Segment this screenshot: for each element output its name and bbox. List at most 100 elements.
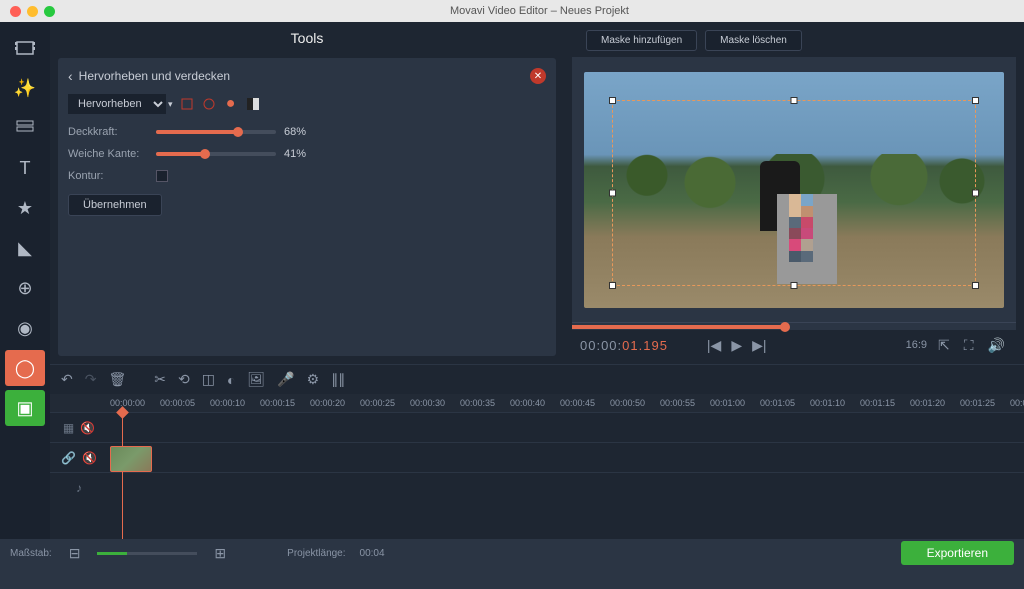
playhead[interactable] bbox=[122, 412, 123, 539]
tools-title: Tools bbox=[50, 22, 564, 54]
undo-button[interactable]: ↶ bbox=[58, 369, 76, 390]
video-clip[interactable] bbox=[110, 446, 152, 472]
ruler-tick: 00:00:20 bbox=[310, 398, 345, 408]
chevron-down-icon[interactable]: ▾ bbox=[168, 99, 173, 110]
image-button[interactable]: 🖼 bbox=[244, 369, 268, 390]
ruler-tick: 00:01:30 bbox=[1010, 398, 1024, 408]
ruler-tick: 00:00:55 bbox=[660, 398, 695, 408]
mask-boundary[interactable] bbox=[612, 100, 976, 286]
section-title: Hervorheben und verdecken bbox=[79, 69, 230, 83]
filters-tool-icon[interactable] bbox=[5, 110, 45, 146]
minimize-window-button[interactable] bbox=[27, 6, 38, 17]
ruler-tick: 00:00:05 bbox=[160, 398, 195, 408]
delete-mask-button[interactable]: Maske löschen bbox=[705, 30, 802, 51]
ruler-tick: 00:00:00 bbox=[110, 398, 145, 408]
preview-panel: Maske hinzufügen Maske löschen bbox=[564, 22, 1024, 364]
detach-icon[interactable]: ⇱ bbox=[935, 335, 953, 356]
rect-shape-icon[interactable] bbox=[179, 96, 195, 112]
ruler-tick: 00:00:45 bbox=[560, 398, 595, 408]
play-button[interactable]: ▶ bbox=[728, 335, 745, 356]
mask-handle-tl[interactable] bbox=[609, 97, 616, 104]
equalizer-button[interactable]: ∥∥ bbox=[328, 369, 348, 390]
feather-value: 41% bbox=[284, 148, 324, 160]
zoom-tool-icon[interactable]: ⊕ bbox=[5, 270, 45, 306]
ruler-tick: 00:01:25 bbox=[960, 398, 995, 408]
highlight-mask-tool-icon[interactable]: ◯ bbox=[5, 350, 45, 386]
ruler-tick: 00:01:05 bbox=[760, 398, 795, 408]
project-length-label: Projektlänge: bbox=[287, 548, 345, 559]
next-frame-button[interactable]: ▶| bbox=[749, 335, 769, 356]
maximize-window-button[interactable] bbox=[44, 6, 55, 17]
fullscreen-icon[interactable]: ⛶ bbox=[961, 335, 977, 356]
ruler-tick: 00:00:50 bbox=[610, 398, 645, 408]
mask-handle-mr[interactable] bbox=[972, 189, 979, 196]
mask-handle-bc[interactable] bbox=[791, 282, 798, 289]
track-audio-icon[interactable]: ♪ bbox=[76, 481, 82, 495]
mask-handle-br[interactable] bbox=[972, 282, 979, 289]
track-mute-icon[interactable]: 🔇 bbox=[80, 421, 95, 435]
mic-button[interactable]: 🎤 bbox=[274, 369, 297, 390]
ruler-tick: 00:01:00 bbox=[710, 398, 745, 408]
shapes-tool-icon[interactable]: ★ bbox=[5, 190, 45, 226]
mask-handle-tr[interactable] bbox=[972, 97, 979, 104]
footer-bar: Maßstab: ⊟ ⊞ Projektlänge: 00:04 Exporti… bbox=[0, 539, 1024, 567]
text-tool-icon[interactable]: T bbox=[5, 150, 45, 186]
contrast-button[interactable]: ◐ bbox=[224, 370, 238, 390]
tools-panel: Tools ‹ Hervorheben und verdecken ✕ Herv… bbox=[50, 22, 564, 364]
cut-button[interactable]: ✂ bbox=[151, 369, 169, 390]
ruler-tick: 00:01:10 bbox=[810, 398, 845, 408]
back-icon[interactable]: ‹ bbox=[68, 68, 73, 84]
split-shape-icon[interactable] bbox=[245, 96, 261, 112]
timecode-display: 00:00:01.195 bbox=[580, 338, 668, 353]
zoom-slider[interactable] bbox=[97, 552, 197, 555]
delete-button[interactable]: 🗑 bbox=[105, 369, 129, 390]
droplet-shape-icon[interactable]: ● bbox=[223, 96, 239, 112]
prev-frame-button[interactable]: |◀ bbox=[704, 335, 724, 356]
project-length-value: 00:04 bbox=[360, 548, 385, 559]
volume-icon[interactable]: 🔊 bbox=[985, 335, 1008, 356]
crop-button[interactable]: ◫ bbox=[199, 369, 218, 390]
ruler-tick: 00:00:25 bbox=[360, 398, 395, 408]
apply-button[interactable]: Übernehmen bbox=[68, 194, 162, 216]
track-video-icon[interactable]: ▦ bbox=[63, 421, 74, 435]
feather-slider[interactable] bbox=[156, 152, 276, 156]
window-titlebar: Movavi Video Editor – Neues Projekt bbox=[0, 0, 1024, 22]
zoom-out-button[interactable]: ⊟ bbox=[66, 543, 84, 564]
contour-checkbox[interactable] bbox=[156, 170, 168, 182]
export-tool-icon[interactable]: ▣ bbox=[5, 390, 45, 426]
ruler-tick: 00:00:15 bbox=[260, 398, 295, 408]
ruler-tick: 00:00:35 bbox=[460, 398, 495, 408]
overlays-tool-icon[interactable]: ◣ bbox=[5, 230, 45, 266]
opacity-slider[interactable] bbox=[156, 130, 276, 134]
timeline-ruler[interactable]: 00:00:0000:00:0500:00:1000:00:1500:00:20… bbox=[50, 394, 1024, 412]
aspect-ratio-button[interactable]: 16:9 bbox=[906, 339, 927, 351]
close-icon[interactable]: ✕ bbox=[530, 68, 546, 84]
window-title: Movavi Video Editor – Neues Projekt bbox=[55, 5, 1024, 17]
redo-button[interactable]: ↷ bbox=[82, 369, 100, 390]
export-button[interactable]: Exportieren bbox=[901, 541, 1014, 565]
add-mask-button[interactable]: Maske hinzufügen bbox=[586, 30, 697, 51]
mask-handle-ml[interactable] bbox=[609, 189, 616, 196]
magic-wand-tool-icon[interactable]: ✨ bbox=[5, 70, 45, 106]
timeline: 00:00:0000:00:0500:00:1000:00:1500:00:20… bbox=[50, 394, 1024, 539]
rotate-button[interactable]: ⟲ bbox=[175, 369, 193, 390]
record-tool-icon[interactable]: ◉ bbox=[5, 310, 45, 346]
track-mute-icon-2[interactable]: 🔇 bbox=[82, 451, 97, 465]
contour-label: Kontur: bbox=[68, 170, 148, 182]
timeline-tracks[interactable]: ▦ 🔇 🔗 🔇 ♪ bbox=[50, 412, 1024, 539]
video-preview[interactable] bbox=[584, 72, 1004, 308]
media-tool-icon[interactable] bbox=[5, 30, 45, 66]
gear-icon[interactable]: ⚙ bbox=[304, 369, 323, 390]
mask-handle-tc[interactable] bbox=[791, 97, 798, 104]
mode-dropdown[interactable]: Hervorheben bbox=[68, 94, 166, 114]
zoom-label: Maßstab: bbox=[10, 548, 52, 559]
preview-progress[interactable] bbox=[572, 322, 1016, 330]
zoom-in-button[interactable]: ⊞ bbox=[211, 543, 229, 564]
ruler-tick: 00:00:40 bbox=[510, 398, 545, 408]
mask-handle-bl[interactable] bbox=[609, 282, 616, 289]
ruler-tick: 00:01:20 bbox=[910, 398, 945, 408]
opacity-label: Deckkraft: bbox=[68, 126, 148, 138]
circle-shape-icon[interactable] bbox=[201, 96, 217, 112]
close-window-button[interactable] bbox=[10, 6, 21, 17]
track-link-icon[interactable]: 🔗 bbox=[61, 451, 76, 465]
